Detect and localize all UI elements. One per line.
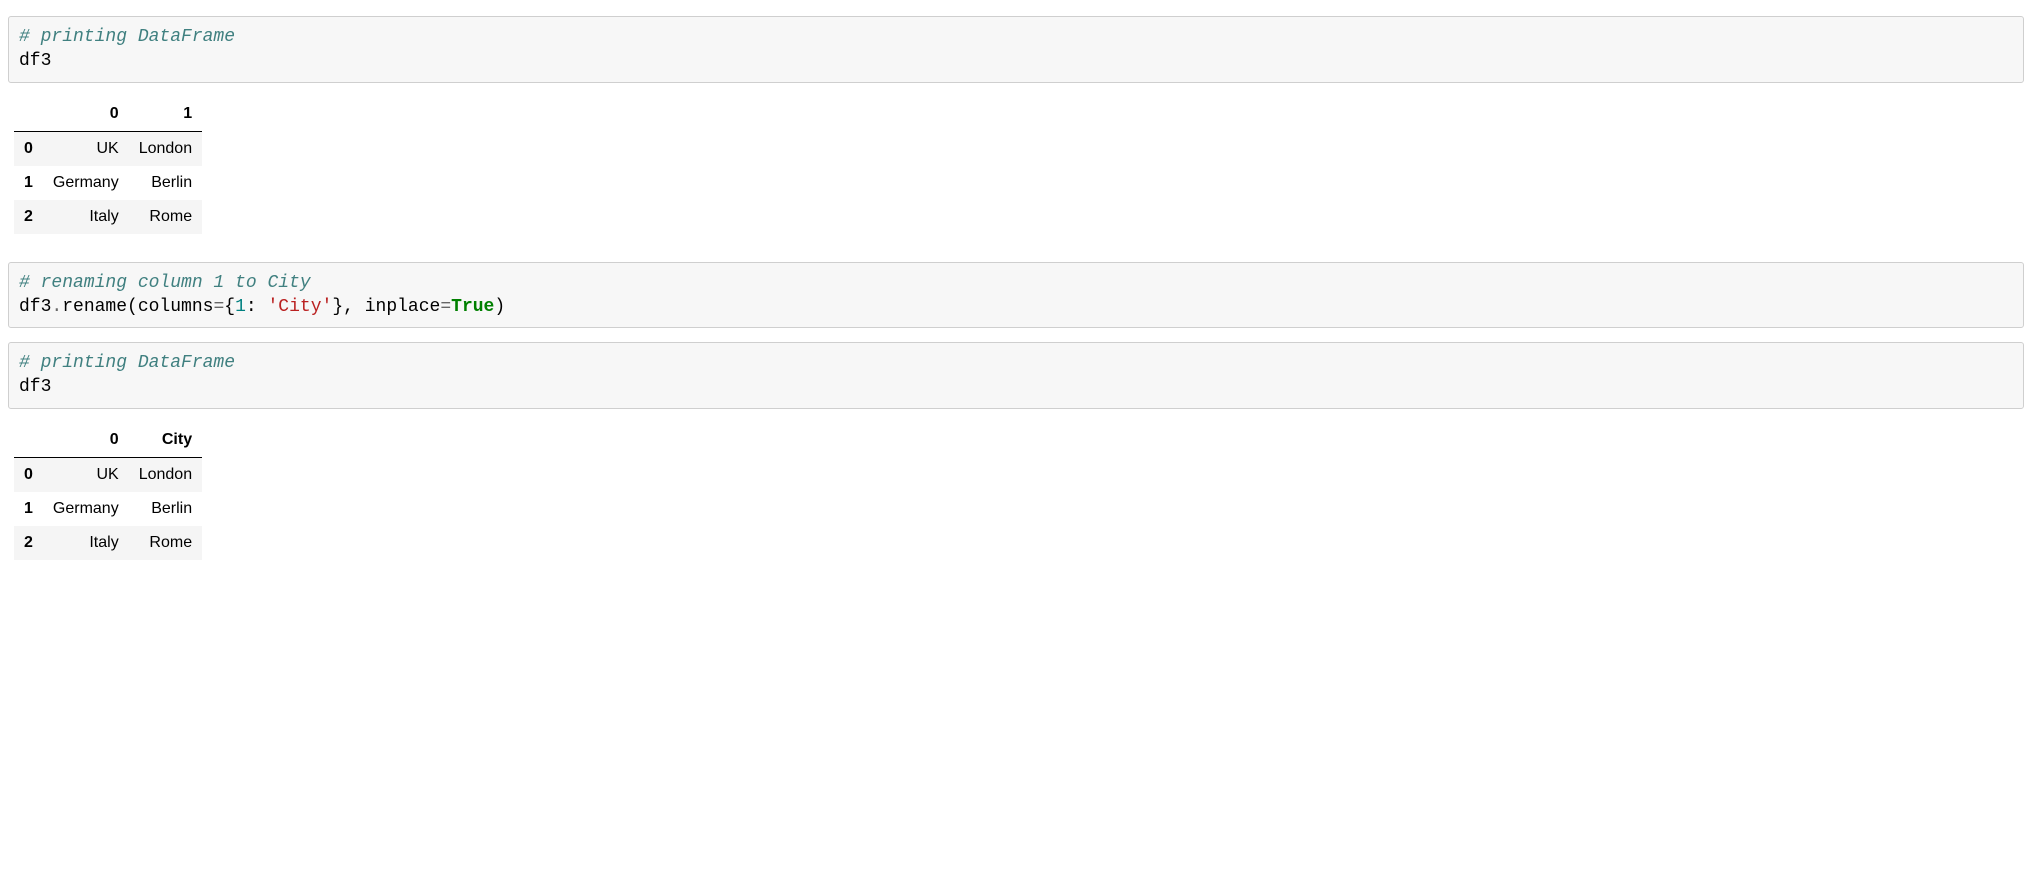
- dataframe-output-1: 0 1 0 UK London 1 Germany Berlin 2 Italy: [14, 97, 2024, 234]
- code-line: df3: [19, 51, 51, 71]
- df-index: 1: [14, 166, 43, 200]
- code-token: :: [246, 297, 268, 317]
- df-index: 1: [14, 492, 43, 526]
- df-cell: Berlin: [129, 492, 202, 526]
- df-index: 2: [14, 200, 43, 234]
- table-row: 1 Germany Berlin: [14, 166, 202, 200]
- code-token: =: [440, 297, 451, 317]
- df-cell: Germany: [43, 492, 129, 526]
- df-col-header: 0: [43, 423, 129, 458]
- df-col-header: 0: [43, 97, 129, 132]
- code-token: .: [51, 297, 62, 317]
- table-row: 2 Italy Rome: [14, 200, 202, 234]
- code-cell-3: # printing DataFrame df3: [8, 342, 2024, 409]
- code-line: df3: [19, 377, 51, 397]
- code-cell-2: # renaming column 1 to City df3.rename(c…: [8, 262, 2024, 329]
- df-cell: London: [129, 457, 202, 492]
- table-row: 1 Germany Berlin: [14, 492, 202, 526]
- df-cell: UK: [43, 131, 129, 166]
- df-col-header: 1: [129, 97, 202, 132]
- df-cell: UK: [43, 457, 129, 492]
- code-comment: # printing DataFrame: [19, 27, 235, 47]
- df-cell: Italy: [43, 200, 129, 234]
- code-token: =: [213, 297, 224, 317]
- df-cell: Italy: [43, 526, 129, 560]
- df-index: 0: [14, 457, 43, 492]
- table-row: 0 UK London: [14, 131, 202, 166]
- df-cell: Berlin: [129, 166, 202, 200]
- table-row: 0 UK London: [14, 457, 202, 492]
- dataframe-table: 0 City 0 UK London 1 Germany Berlin 2 It…: [14, 423, 202, 560]
- df-cell: London: [129, 131, 202, 166]
- code-token: True: [451, 297, 494, 317]
- df-index: 0: [14, 131, 43, 166]
- code-comment: # renaming column 1 to City: [19, 273, 311, 293]
- code-token: 1: [235, 297, 246, 317]
- df-cell: Germany: [43, 166, 129, 200]
- code-token: rename(columns: [62, 297, 213, 317]
- code-token: {: [224, 297, 235, 317]
- code-comment: # printing DataFrame: [19, 353, 235, 373]
- dataframe-output-2: 0 City 0 UK London 1 Germany Berlin 2 It…: [14, 423, 2024, 560]
- df-cell: Rome: [129, 526, 202, 560]
- code-token: ): [494, 297, 505, 317]
- code-cell-1: # printing DataFrame df3: [8, 16, 2024, 83]
- code-token: df3: [19, 297, 51, 317]
- code-token: 'City': [268, 297, 333, 317]
- dataframe-table: 0 1 0 UK London 1 Germany Berlin 2 Italy: [14, 97, 202, 234]
- df-cell: Rome: [129, 200, 202, 234]
- df-corner: [14, 423, 43, 458]
- code-token: }, inplace: [332, 297, 440, 317]
- df-corner: [14, 97, 43, 132]
- table-row: 2 Italy Rome: [14, 526, 202, 560]
- df-col-header: City: [129, 423, 202, 458]
- df-index: 2: [14, 526, 43, 560]
